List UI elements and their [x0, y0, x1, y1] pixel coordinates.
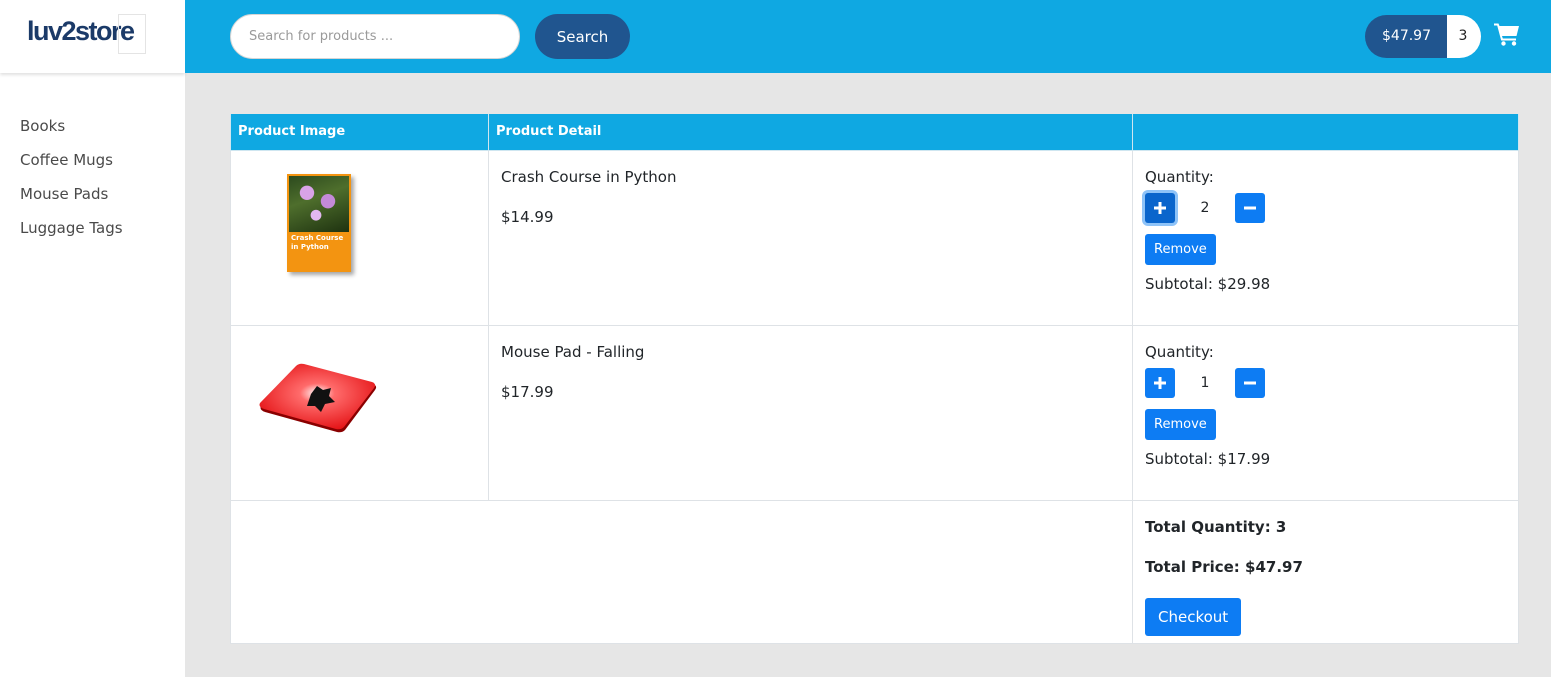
- quantity-value: 1: [1200, 374, 1210, 391]
- minus-icon: [1244, 381, 1256, 384]
- checkout-button[interactable]: Checkout: [1145, 597, 1242, 636]
- minus-icon: [1244, 206, 1256, 209]
- total-price: Total Price: $47.97: [1145, 557, 1303, 576]
- quantity-label: Quantity:: [1145, 167, 1214, 186]
- category-menu: Books Coffee Mugs Mouse Pads Luggage Tag…: [20, 116, 123, 252]
- table-row: Mouse Pad - Falling $17.99 Quantity: 1 R…: [230, 324, 1519, 501]
- quantity-cell: Quantity: 2 Remove Subtotal: $29.98: [1132, 149, 1519, 326]
- item-subtotal: Subtotal: $17.99: [1145, 449, 1271, 468]
- column-header-actions: [1132, 114, 1519, 151]
- cart-total-price: $47.97: [1365, 15, 1447, 58]
- sidebar-item-books[interactable]: Books: [20, 116, 123, 150]
- product-detail-cell: Crash Course in Python $14.99: [488, 149, 1133, 326]
- shopping-cart-icon[interactable]: [1494, 22, 1520, 46]
- cart-status[interactable]: $47.97 3: [1365, 15, 1481, 58]
- logo[interactable]: luv2store: [0, 0, 185, 73]
- quantity-label: Quantity:: [1145, 342, 1214, 361]
- remove-button[interactable]: Remove: [1145, 233, 1216, 265]
- table-row: Crash Course in Python Crash Course in P…: [230, 149, 1519, 326]
- book-cover-image: Crash Course in Python: [287, 173, 351, 272]
- sidebar-item-luggage-tags[interactable]: Luggage Tags: [20, 218, 123, 252]
- quantity-stepper: 1: [1145, 367, 1506, 399]
- product-name: Mouse Pad - Falling: [501, 342, 645, 361]
- book-cover-photo: [289, 175, 349, 232]
- book-cover-title: Crash Course in Python: [291, 233, 344, 251]
- quantity-cell: Quantity: 1 Remove Subtotal: $17.99: [1132, 324, 1519, 501]
- plus-icon: [1154, 376, 1166, 389]
- sidebar: luv2store Books Coffee Mugs Mouse Pads L…: [0, 0, 185, 677]
- item-subtotal: Subtotal: $29.98: [1145, 274, 1271, 293]
- column-header-product-image: Product Image: [230, 114, 489, 151]
- product-price: $17.99: [501, 382, 554, 401]
- search-input[interactable]: [230, 14, 520, 59]
- summary-spacer: [230, 499, 1133, 644]
- sidebar-item-coffee-mugs[interactable]: Coffee Mugs: [20, 150, 123, 184]
- product-price: $14.99: [501, 207, 554, 226]
- plus-icon: [1154, 201, 1166, 214]
- cart-total-quantity: 3: [1447, 15, 1481, 58]
- summary-cell: Total Quantity: 3 Total Price: $47.97 Ch…: [1132, 499, 1519, 644]
- sidebar-item-mouse-pads[interactable]: Mouse Pads: [20, 184, 123, 218]
- column-header-product-detail: Product Detail: [488, 114, 1133, 151]
- increment-button[interactable]: [1145, 192, 1175, 223]
- decrement-button[interactable]: [1235, 192, 1265, 223]
- search-button[interactable]: Search: [535, 14, 630, 59]
- decrement-button[interactable]: [1235, 367, 1265, 398]
- quantity-value: 2: [1200, 199, 1210, 216]
- quantity-stepper: 2: [1145, 192, 1506, 224]
- table-header-row: Product Image Product Detail: [230, 114, 1519, 151]
- header: Search $47.97 3: [185, 0, 1551, 73]
- total-quantity: Total Quantity: 3: [1145, 517, 1287, 536]
- product-image-cell: [230, 324, 489, 501]
- mouse-pad-image: [259, 363, 377, 432]
- cart-table: Product Image Product Detail Crash Cours…: [230, 114, 1519, 644]
- logo-frame: [118, 14, 146, 54]
- remove-button[interactable]: Remove: [1145, 408, 1216, 440]
- summary-row: Total Quantity: 3 Total Price: $47.97 Ch…: [230, 499, 1519, 644]
- increment-button[interactable]: [1145, 367, 1175, 398]
- product-detail-cell: Mouse Pad - Falling $17.99: [488, 324, 1133, 501]
- product-name: Crash Course in Python: [501, 167, 677, 186]
- product-image-cell: Crash Course in Python: [230, 149, 489, 326]
